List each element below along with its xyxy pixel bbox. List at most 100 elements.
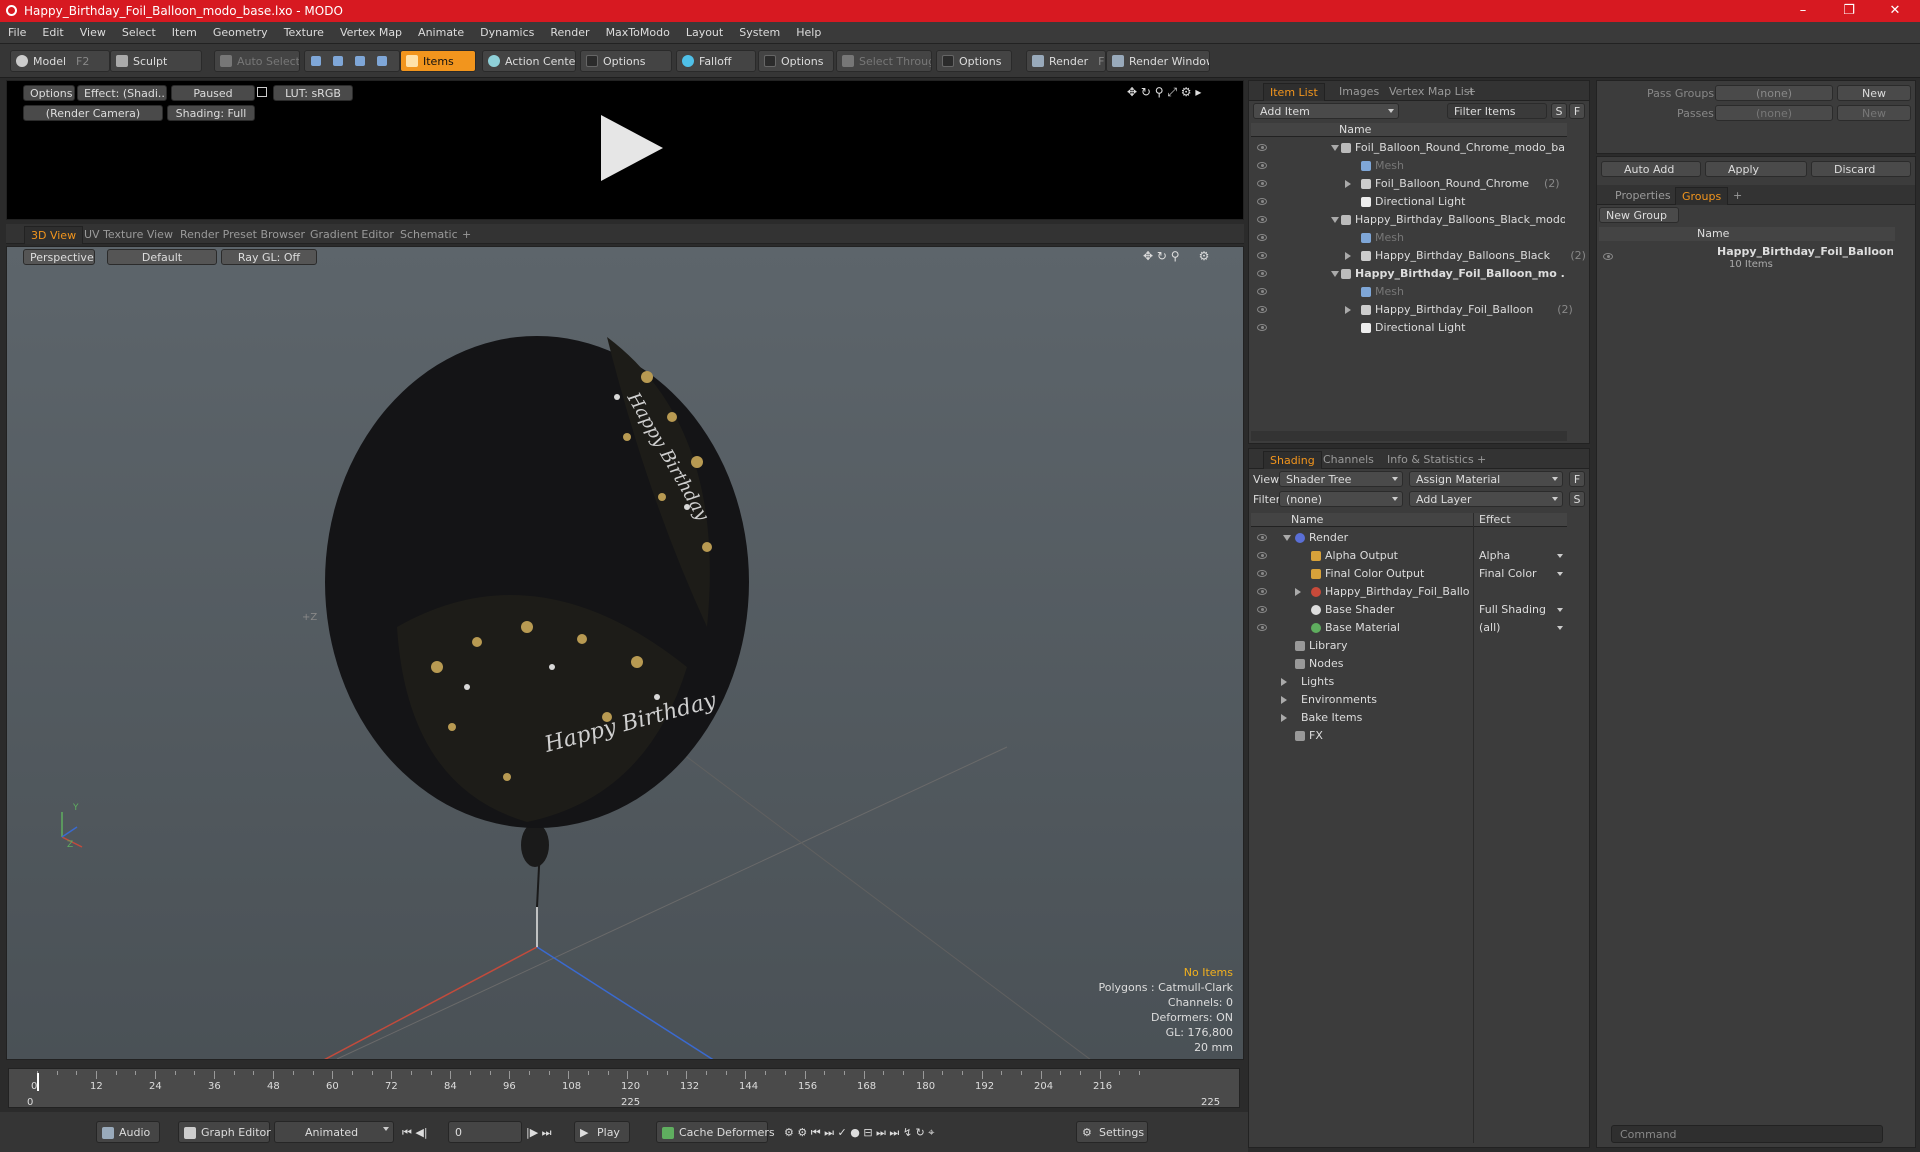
- filter-dropdown[interactable]: (none): [1279, 491, 1403, 507]
- render-button[interactable]: RenderF9: [1026, 50, 1106, 72]
- item-row[interactable]: Directional Light: [1251, 193, 1567, 211]
- shading-dropdown[interactable]: Shading: Full: [167, 105, 255, 121]
- shader-row[interactable]: Library: [1251, 637, 1567, 655]
- expand-arrow-icon[interactable]: [1331, 145, 1339, 151]
- key-tools-icons[interactable]: ⚙ ⚙ ⏮ ⏭ ✓ ● ⊟ ⏭ ⏭ ↯ ↻ ⌖: [784, 1126, 934, 1140]
- cache-deformers-button[interactable]: Cache Deformers: [656, 1121, 775, 1143]
- menu-file[interactable]: File: [0, 22, 34, 44]
- model-mode-button[interactable]: Model F2: [10, 50, 110, 72]
- menu-vertex-map[interactable]: Vertex Map: [332, 22, 410, 44]
- eye-icon[interactable]: [1603, 253, 1613, 260]
- expand-arrow-icon[interactable]: [1331, 217, 1339, 223]
- add-layer-dropdown[interactable]: Add Layer: [1409, 491, 1563, 507]
- item-row[interactable]: Mesh: [1251, 229, 1567, 247]
- shader-row[interactable]: FX: [1251, 727, 1567, 745]
- tab-channels[interactable]: Channels: [1317, 451, 1380, 469]
- tab-item-list[interactable]: Item List: [1263, 83, 1325, 101]
- lock-icon[interactable]: [257, 87, 267, 97]
- item-row[interactable]: Happy_Birthday_Foil_Balloon (2): [1251, 301, 1573, 319]
- shader-row[interactable]: Base Shader Full Shading: [1251, 601, 1567, 619]
- falloff-options-button[interactable]: Options: [758, 50, 834, 72]
- new-group-button[interactable]: New Group: [1599, 207, 1679, 223]
- select-through-options-button[interactable]: Options: [936, 50, 1012, 72]
- 3d-viewport[interactable]: Perspective Default Ray GL: Off ✥ ↻ ⚲ ⚙ …: [6, 246, 1244, 1060]
- shader-row[interactable]: Bake Items: [1251, 709, 1567, 727]
- polygons-mode-icon[interactable]: [355, 56, 365, 66]
- menu-geometry[interactable]: Geometry: [205, 22, 276, 44]
- frame-input[interactable]: 0: [448, 1121, 522, 1143]
- menu-view[interactable]: View: [72, 22, 114, 44]
- item-row[interactable]: Happy_Birthday_Foil_Balloon_mo ...: [1251, 265, 1567, 283]
- tab-info-statistics[interactable]: Info & Statistics: [1381, 451, 1480, 469]
- discard-button[interactable]: Discard: [1811, 161, 1911, 177]
- eye-icon[interactable]: [1257, 552, 1267, 559]
- shading-f-toggle[interactable]: F: [1569, 471, 1585, 487]
- preview-paused-button[interactable]: Paused: [171, 85, 255, 101]
- menu-system[interactable]: System: [731, 22, 788, 44]
- effect-dropdown[interactable]: Full Shading: [1479, 603, 1546, 616]
- timeline[interactable]: 0 12 24 36 48 60 72 84 96 108 120 132 144 156 168 180 19…: [8, 1068, 1240, 1108]
- expand-arrow-icon[interactable]: [1283, 535, 1291, 541]
- new-pass-button[interactable]: New: [1837, 105, 1911, 121]
- collapse-arrow-icon[interactable]: [1281, 678, 1287, 686]
- settings-button[interactable]: ⚙ Settings: [1076, 1121, 1148, 1143]
- render-camera-dropdown[interactable]: (Render Camera): [23, 105, 163, 121]
- eye-icon[interactable]: [1257, 180, 1267, 187]
- eye-icon[interactable]: [1257, 162, 1267, 169]
- collapse-arrow-icon[interactable]: [1281, 714, 1287, 722]
- menu-help[interactable]: Help: [788, 22, 829, 44]
- item-row[interactable]: Mesh: [1251, 283, 1567, 301]
- audio-button[interactable]: Audio: [96, 1121, 160, 1143]
- preview-effect-dropdown[interactable]: Effect: (Shadi...: [77, 85, 167, 101]
- lut-dropdown[interactable]: LUT: sRGB: [273, 85, 353, 101]
- menu-maxtomodo[interactable]: MaxToModo: [598, 22, 678, 44]
- collapse-arrow-icon[interactable]: [1295, 588, 1301, 596]
- eye-icon[interactable]: [1257, 216, 1267, 223]
- items-mode-button[interactable]: Items: [400, 50, 476, 72]
- eye-icon[interactable]: [1257, 144, 1267, 151]
- filter-items-input[interactable]: Filter Items: [1447, 103, 1547, 119]
- menu-animate[interactable]: Animate: [410, 22, 472, 44]
- menu-layout[interactable]: Layout: [678, 22, 731, 44]
- shader-row[interactable]: Base Material (all): [1251, 619, 1567, 637]
- add-tab-button[interactable]: +: [1727, 187, 1748, 205]
- edges-mode-icon[interactable]: [333, 56, 343, 66]
- eye-icon[interactable]: [1257, 606, 1267, 613]
- tab-images[interactable]: Images: [1333, 83, 1385, 101]
- view-dropdown[interactable]: Shader Tree: [1279, 471, 1403, 487]
- item-row[interactable]: Directional Light: [1251, 319, 1567, 337]
- tab-schematic[interactable]: Schematic: [394, 226, 464, 244]
- item-row[interactable]: Mesh: [1251, 157, 1567, 175]
- add-tab-button[interactable]: +: [456, 226, 477, 244]
- apply-button[interactable]: Apply: [1705, 161, 1807, 177]
- animated-dropdown[interactable]: Animated: [274, 1121, 394, 1143]
- collapse-arrow-icon[interactable]: [1281, 696, 1287, 704]
- eye-icon[interactable]: [1257, 324, 1267, 331]
- item-row[interactable]: Foil_Balloon_Round_Chrome_modo_bas ...: [1251, 139, 1567, 157]
- eye-icon[interactable]: [1257, 306, 1267, 313]
- eye-icon[interactable]: [1257, 534, 1267, 541]
- collapse-arrow-icon[interactable]: [1345, 252, 1351, 260]
- horizontal-scrollbar[interactable]: [1251, 431, 1567, 441]
- render-window-button[interactable]: Render Window: [1106, 50, 1210, 72]
- action-center-options-button[interactable]: Options: [580, 50, 672, 72]
- effect-dropdown[interactable]: Final Color: [1479, 567, 1537, 580]
- action-center-button[interactable]: Action Center: [482, 50, 576, 72]
- auto-add-button[interactable]: Auto Add: [1601, 161, 1701, 177]
- effect-dropdown[interactable]: Alpha: [1479, 549, 1510, 562]
- expand-arrow-icon[interactable]: [1331, 271, 1339, 277]
- shader-row[interactable]: Lights: [1251, 673, 1567, 691]
- eye-icon[interactable]: [1257, 234, 1267, 241]
- add-tab-button[interactable]: +: [1471, 451, 1492, 469]
- command-input[interactable]: Command: [1611, 1125, 1883, 1143]
- tab-render-preset-browser[interactable]: Render Preset Browser: [174, 226, 311, 244]
- play-icon[interactable]: [597, 113, 667, 183]
- group-name[interactable]: Happy_Birthday_Foil_Balloon...: [1717, 245, 1893, 258]
- shader-row[interactable]: Alpha Output Alpha: [1251, 547, 1567, 565]
- maximize-button[interactable]: ❐: [1826, 0, 1872, 22]
- add-tab-button[interactable]: +: [1461, 83, 1482, 101]
- passes-dropdown[interactable]: (none): [1715, 105, 1833, 121]
- close-button[interactable]: ✕: [1872, 0, 1918, 22]
- preview-nav-icons[interactable]: ✥ ↻ ⚲ ⤢ ⚙ ▸: [1127, 85, 1201, 100]
- vertices-mode-icon[interactable]: [311, 56, 321, 66]
